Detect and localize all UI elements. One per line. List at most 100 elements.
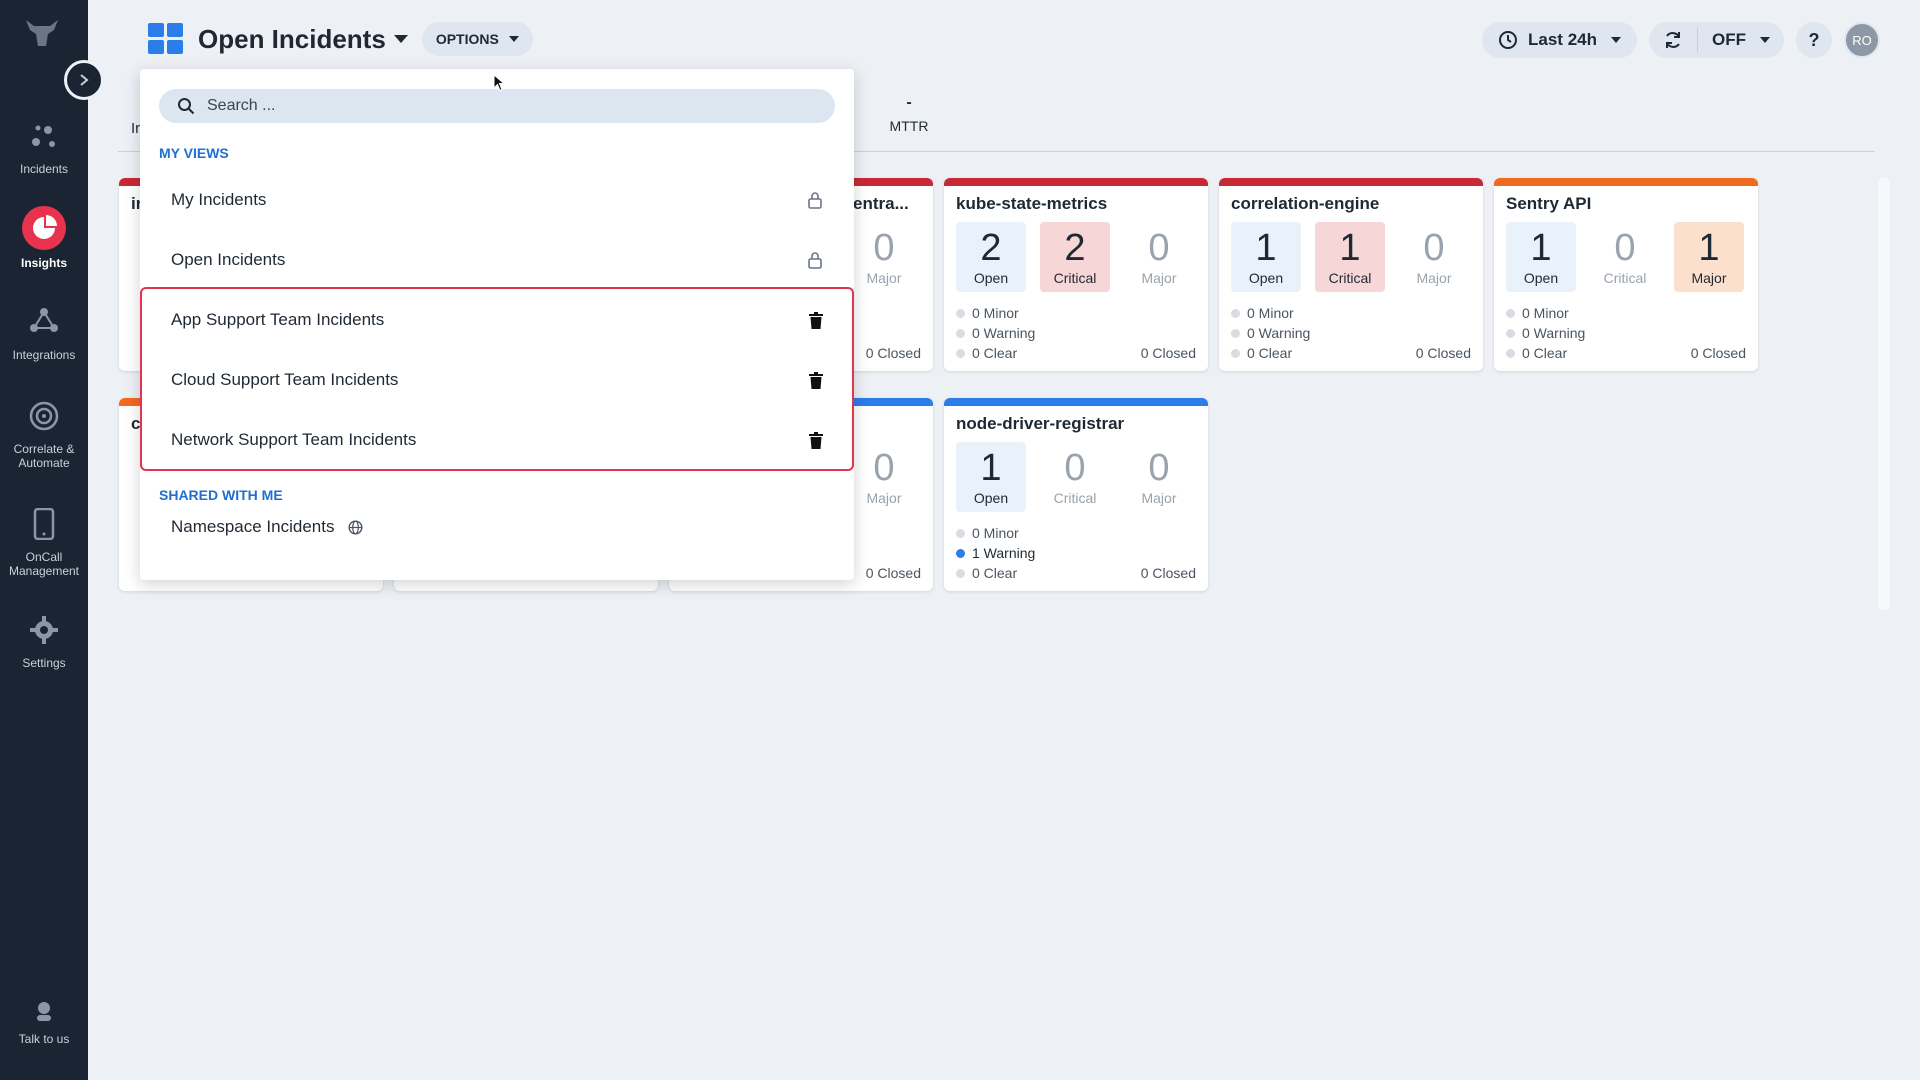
auto-refresh-control[interactable]: OFF — [1649, 22, 1784, 58]
title-dropdown-caret-icon[interactable] — [393, 35, 408, 43]
open-count[interactable]: 1 Open — [956, 442, 1026, 512]
open-count[interactable]: 2 Open — [956, 222, 1026, 292]
closed-count: 0 Closed — [865, 565, 921, 581]
major-count: 0 Major — [866, 227, 902, 286]
critical-count[interactable]: 2 Critical — [1040, 222, 1110, 292]
sidebar-item-label-line2: Automate — [18, 456, 70, 470]
closed-count: 0 Closed — [1140, 345, 1196, 361]
sidebar-footer-label: Talk to us — [18, 1032, 70, 1046]
sidebar-item-talk-to-us[interactable]: Talk to us — [0, 996, 88, 1046]
search-input[interactable] — [207, 97, 807, 115]
major-count: 0 Major — [866, 447, 902, 506]
warning-count: 0 Warning — [1506, 325, 1585, 341]
severity-bar — [944, 178, 1208, 186]
options-button[interactable]: OPTIONS — [421, 22, 533, 56]
view-item-label: My Incidents — [171, 190, 267, 209]
support-agent-icon — [24, 996, 64, 1026]
incident-card-correlation-engine[interactable]: correlation-engine 1 Open 1 Critical 0 Majo… — [1219, 178, 1483, 371]
clear-count: 0 Clear — [956, 345, 1017, 361]
card-name: node-driver-registrar — [956, 414, 1125, 433]
sidebar-item-correlate-automate[interactable]: Correlate & Automate — [0, 396, 88, 470]
help-button[interactable]: ? — [1796, 22, 1832, 58]
expand-sidebar-button[interactable] — [64, 60, 104, 100]
avatar[interactable]: RO — [1844, 22, 1880, 58]
divider — [1697, 28, 1698, 52]
view-item-label: Cloud Support Team Incidents — [171, 370, 399, 389]
view-item-network-support-team-incidents[interactable]: Network Support Team Incidents — [171, 416, 835, 464]
card-name: kube-state-metrics — [956, 194, 1108, 213]
clock-icon — [1499, 31, 1518, 49]
integrations-icon — [24, 302, 64, 342]
sidebar-item-incidents[interactable]: Incidents — [0, 116, 88, 176]
refresh-icon[interactable] — [1663, 30, 1683, 50]
open-count[interactable]: 1 Open — [1506, 222, 1576, 292]
auto-refresh-state: OFF — [1712, 30, 1746, 49]
mttr-stat: - MTTR — [886, 94, 932, 134]
trash-icon[interactable] — [809, 431, 823, 449]
stats-tab-partial[interactable]: Ir — [131, 120, 140, 137]
sidebar-item-integrations[interactable]: Integrations — [0, 302, 88, 362]
sidebar-item-label: Insights — [20, 256, 67, 270]
sidebar-item-insights[interactable]: Insights — [0, 206, 88, 270]
view-item-my-incidents[interactable]: My Incidents — [171, 176, 835, 224]
critical-count[interactable]: 0 Critical — [1040, 442, 1110, 512]
incident-card-sentry-api[interactable]: Sentry API 1 Open 0 Critical 1 Major 0 Mino… — [1494, 178, 1758, 371]
mouse-cursor-icon — [493, 73, 506, 97]
clear-count: 0 Clear — [956, 565, 1017, 581]
minor-count: 0 Minor — [956, 305, 1019, 321]
time-range-label: Last 24h — [1528, 30, 1597, 49]
views-dropdown: MY VIEWS My Incidents Open Incidents App… — [140, 69, 854, 580]
search-icon — [178, 98, 195, 115]
view-item-namespace-incidents[interactable]: Namespace Incidents — [171, 517, 363, 537]
shared-with-me-heading: SHARED WITH ME — [159, 487, 283, 503]
major-count[interactable]: 0 Major — [1124, 442, 1194, 512]
lock-icon — [808, 192, 822, 209]
sidebar-item-label: OnCall — [25, 550, 63, 564]
header-controls: Last 24h OFF ? RO — [1482, 22, 1880, 58]
bull-logo-icon[interactable] — [22, 16, 62, 50]
critical-count[interactable]: 0 Critical — [1590, 222, 1660, 292]
view-item-cloud-support-team-incidents[interactable]: Cloud Support Team Incidents — [171, 356, 835, 404]
view-item-app-support-team-incidents[interactable]: App Support Team Incidents — [171, 296, 835, 344]
sidebar-item-label: Correlate & — [13, 442, 75, 456]
sidebar-item-label: Incidents — [19, 162, 69, 176]
closed-count: 0 Closed — [865, 345, 921, 361]
card-name: correlation-engine — [1231, 194, 1380, 213]
incident-card-kube-state-metrics[interactable]: kube-state-metrics 2 Open 2 Critical 0 Majo… — [944, 178, 1208, 371]
sidebar-item-settings[interactable]: Settings — [0, 610, 88, 670]
sidebar-item-label: Integrations — [12, 348, 76, 362]
major-count[interactable]: 1 Major — [1674, 222, 1744, 292]
major-count[interactable]: 0 Major — [1124, 222, 1194, 292]
trash-icon[interactable] — [809, 311, 823, 329]
dashboard-grid-icon — [148, 23, 184, 55]
severity-bar — [1219, 178, 1483, 186]
sidebar-item-label: Settings — [22, 656, 66, 670]
clear-count: 0 Clear — [1231, 345, 1292, 361]
warning-count: 0 Warning — [956, 325, 1035, 341]
chevron-down-icon — [1760, 37, 1770, 43]
view-item-label: App Support Team Incidents — [171, 310, 385, 329]
major-count[interactable]: 0 Major — [1399, 222, 1469, 292]
closed-count: 0 Closed — [1140, 565, 1196, 581]
incidents-icon — [24, 116, 64, 156]
open-count[interactable]: 1 Open — [1231, 222, 1301, 292]
page-title[interactable]: Open Incidents — [198, 24, 386, 55]
target-icon — [24, 396, 64, 436]
sidebar-item-oncall-management[interactable]: OnCall Management — [0, 504, 88, 578]
view-item-label: Network Support Team Incidents — [171, 430, 417, 449]
incident-card-node-driver-registrar[interactable]: node-driver-registrar 1 Open 0 Critical 0M… — [944, 398, 1208, 591]
trash-icon[interactable] — [809, 371, 823, 389]
view-item-label: Open Incidents — [171, 250, 286, 269]
options-button-label: OPTIONS — [435, 31, 499, 47]
closed-count: 0 Closed — [1690, 345, 1746, 361]
globe-icon — [348, 519, 363, 535]
time-range-selector[interactable]: Last 24h — [1482, 22, 1637, 58]
warning-count: 1 Warning — [956, 545, 1035, 561]
minor-count: 0 Minor — [956, 525, 1019, 541]
gear-icon — [24, 610, 64, 650]
critical-count[interactable]: 1 Critical — [1315, 222, 1385, 292]
pie-chart-icon — [22, 206, 66, 250]
mttr-value: - — [906, 94, 912, 111]
view-item-open-incidents[interactable]: Open Incidents — [171, 236, 835, 284]
card-name: Sentry API — [1506, 194, 1592, 213]
